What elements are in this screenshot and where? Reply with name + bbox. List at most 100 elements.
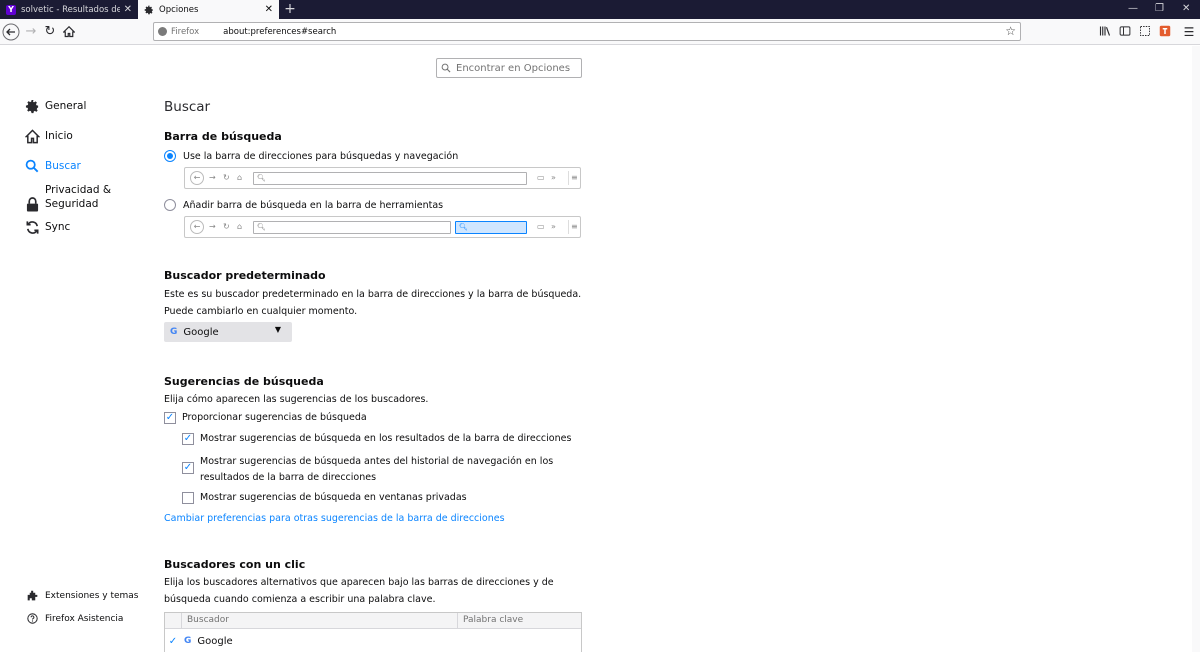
close-window-icon[interactable]: ✕: [1182, 2, 1190, 16]
one-click-description: Elija los buscadores alternativos que ap…: [164, 577, 554, 605]
table-row[interactable]: ✓ G Google: [165, 633, 581, 649]
sidebar-item-label: Sync: [45, 221, 71, 233]
searchbar-preview: ← → ↻ ⌂ 🔍︎ 🔍︎ ▭ » ≡: [184, 216, 581, 238]
tab-bar: Y solvetic - Resultados de la búsqueda ✕…: [0, 0, 1200, 19]
home-icon: ⌂: [237, 222, 243, 231]
forward-arrow-icon: →: [209, 173, 216, 182]
sidebar-item-inicio[interactable]: Inicio: [24, 128, 73, 144]
reload-button[interactable]: ↻: [42, 22, 58, 42]
search-icon: 🔍︎: [257, 174, 266, 182]
back-button[interactable]: [1, 22, 21, 42]
lock-icon: [24, 196, 40, 212]
sidebar-toggle-icon[interactable]: [1118, 25, 1132, 39]
checkbox[interactable]: [182, 492, 194, 504]
one-click-engines-table[interactable]: Buscador Palabra clave ✓ G Google: [164, 612, 582, 652]
default-engine-heading: Buscador predeterminado: [164, 269, 326, 282]
back-arrow-icon: ←: [190, 220, 204, 234]
sidebar-support-link[interactable]: Firefox Asistencia: [26, 613, 123, 624]
column-header-engine[interactable]: Buscador: [181, 613, 229, 629]
sidebar-item-label: Inicio: [45, 130, 73, 142]
checkmark-icon[interactable]: ✓: [165, 636, 181, 647]
library-icon[interactable]: [1098, 25, 1112, 39]
tab-title: Opciones: [159, 4, 199, 15]
preview-urlbar: 🔍︎: [253, 221, 451, 234]
close-tab-icon[interactable]: ✕: [265, 4, 273, 15]
checkbox[interactable]: [182, 433, 194, 445]
radio-add-searchbar[interactable]: Añadir barra de búsqueda en la barra de …: [164, 199, 443, 211]
search-options-placeholder: Encontrar en Opciones: [456, 62, 571, 74]
url-text[interactable]: about:preferences#search: [223, 27, 336, 37]
bookmark-star-icon[interactable]: ☆: [1005, 24, 1016, 38]
close-tab-icon[interactable]: ✕: [124, 4, 132, 15]
sidebar-item-label: Privacidad & Seguridad: [45, 184, 112, 210]
google-logo-icon: G: [170, 327, 178, 337]
home-icon: [24, 128, 40, 144]
page-scrollbar[interactable]: [1192, 46, 1200, 652]
sync-icon: [24, 219, 40, 235]
minimize-icon[interactable]: —: [1128, 2, 1138, 16]
checkbox[interactable]: [182, 462, 194, 474]
forward-arrow-icon: →: [209, 222, 216, 231]
default-engine-select[interactable]: G Google ▼: [164, 322, 292, 342]
overflow-chevron-icon: »: [551, 173, 556, 182]
identity-box[interactable]: Firefox: [154, 27, 205, 37]
reload-icon: ↻: [44, 24, 56, 39]
sidebar-extensions-link[interactable]: Extensiones y temas: [26, 590, 139, 601]
preview-urlbar: 🔍︎: [253, 172, 527, 185]
checkbox-label: Proporcionar sugerencias de búsqueda: [182, 412, 367, 423]
search-icon: [441, 63, 451, 73]
search-icon: 🔍︎: [459, 223, 468, 231]
sidebar-item-label: Buscar: [45, 160, 81, 172]
sidebar-toggle-icon: ▭: [537, 173, 545, 182]
sidebar-item-buscar[interactable]: Buscar: [24, 158, 81, 174]
restore-icon[interactable]: ❐: [1155, 2, 1164, 16]
overflow-chevron-icon: »: [551, 222, 556, 231]
search-options-input[interactable]: Encontrar en Opciones: [436, 58, 582, 78]
suggestions-description: Elija cómo aparecen las sugerencias de l…: [164, 394, 429, 405]
checkbox-label: Mostrar sugerencias de búsqueda antes de…: [200, 456, 554, 483]
home-icon: [62, 25, 76, 38]
categories-sidebar: General Inicio Buscar Privacidad & Segur…: [0, 46, 150, 652]
checkbox-private-suggestions[interactable]: Mostrar sugerencias de búsqueda en venta…: [182, 490, 582, 506]
tab-opciones[interactable]: Opciones ✕: [138, 0, 279, 19]
tab-solvetic[interactable]: Y solvetic - Resultados de la búsqueda ✕: [0, 0, 138, 19]
firefox-logo-icon: [158, 27, 167, 36]
forward-button[interactable]: →: [23, 22, 39, 42]
screenshot-icon[interactable]: [1138, 25, 1152, 39]
gear-icon: [144, 5, 154, 15]
menu-icon[interactable]: ☰: [1182, 25, 1196, 39]
sidebar-item-sync[interactable]: Sync: [24, 219, 70, 235]
identity-label: Firefox: [171, 26, 200, 37]
reload-icon: ↻: [223, 173, 230, 182]
engine-name: Google: [197, 635, 233, 647]
reload-icon: ↻: [223, 222, 230, 231]
url-bar[interactable]: Firefox about:preferences#search ☆: [153, 22, 1021, 41]
change-urlbar-suggestions-link[interactable]: Cambiar preferencias para otras sugerenc…: [164, 513, 505, 524]
tab-title: solvetic - Resultados de la búsqueda: [21, 4, 120, 15]
checkbox-suggestions-before-history[interactable]: Mostrar sugerencias de búsqueda antes de…: [182, 454, 582, 486]
sidebar-item-privacidad[interactable]: Privacidad & Seguridad: [24, 182, 125, 212]
radio-label: Use la barra de direcciones para búsqued…: [183, 150, 459, 162]
checkbox-label: Mostrar sugerencias de búsqueda en venta…: [200, 492, 467, 503]
checkbox-urlbar-suggestions[interactable]: Mostrar sugerencias de búsqueda en los r…: [182, 431, 582, 447]
one-click-heading: Buscadores con un clic: [164, 558, 306, 571]
checkbox-provide-suggestions[interactable]: Proporcionar sugerencias de búsqueda: [164, 410, 367, 426]
suggestions-heading: Sugerencias de búsqueda: [164, 375, 324, 388]
checkbox-label: Mostrar sugerencias de búsqueda en los r…: [200, 433, 572, 444]
default-engine-description: Este es su buscador predeterminado en la…: [164, 289, 582, 317]
nav-bar: → ↻ Firefox about:preferences#search ☆ ☰: [0, 19, 1200, 45]
column-header-keyword[interactable]: Palabra clave: [457, 613, 523, 629]
sidebar-item-general[interactable]: General: [24, 98, 86, 114]
puzzle-icon: [26, 590, 38, 601]
menu-icon: ≡: [568, 171, 578, 185]
checkbox[interactable]: [164, 412, 176, 424]
radio-use-urlbar[interactable]: Use la barra de direcciones para búsqued…: [164, 150, 458, 162]
home-button[interactable]: [61, 22, 77, 42]
forward-arrow-icon: →: [25, 24, 37, 39]
back-arrow-icon: [2, 23, 20, 41]
extension-icon[interactable]: [1158, 25, 1172, 39]
radio-button[interactable]: [164, 150, 176, 162]
sidebar-item-label: General: [45, 100, 87, 112]
radio-button[interactable]: [164, 199, 176, 211]
new-tab-button[interactable]: +: [283, 0, 297, 19]
